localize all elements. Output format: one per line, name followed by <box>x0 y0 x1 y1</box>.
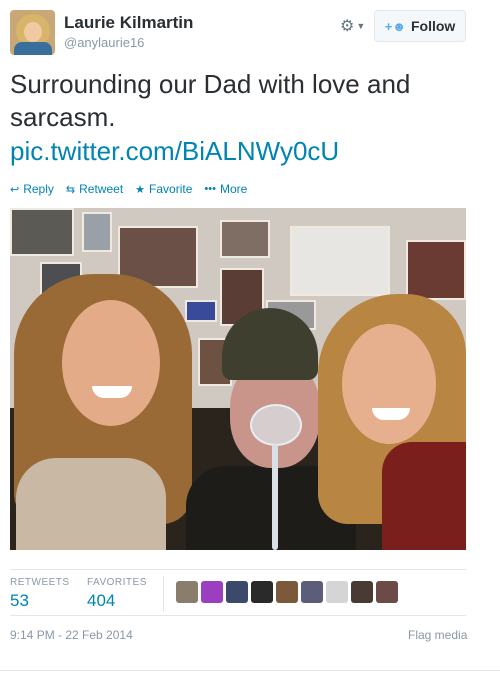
wall-photo <box>10 208 74 256</box>
add-user-icon: +☻ <box>384 18 406 34</box>
right-person-face <box>342 324 436 444</box>
left-person-smile <box>92 386 132 398</box>
favoriter-avatar[interactable] <box>176 581 198 603</box>
favorite-label: Favorite <box>149 182 193 196</box>
more-dots-icon: ••• <box>204 183 216 195</box>
user-handle[interactable]: @anylaurie16 <box>64 35 144 50</box>
retweet-button[interactable]: ⇆ Retweet <box>66 182 123 196</box>
wall-photo <box>82 212 112 252</box>
retweet-label: Retweet <box>79 182 124 196</box>
star-icon: ★ <box>135 183 146 196</box>
user-name[interactable]: Laurie Kilmartin <box>64 13 193 33</box>
gear-icon: ⚙ <box>340 18 355 35</box>
favoriter-avatar[interactable] <box>301 581 323 603</box>
favoriter-avatar[interactable] <box>351 581 373 603</box>
tweet-media-link[interactable]: pic.twitter.com/BiALNWy0cU <box>10 135 339 168</box>
wall-photo <box>406 240 466 300</box>
user-actions-menu[interactable]: ⚙ ▼ <box>340 16 366 36</box>
stats-separator <box>163 576 164 612</box>
tweet-actions: ↩ Reply ⇆ Retweet ★ Favorite ••• More <box>10 182 247 196</box>
reply-icon: ↩ <box>10 183 20 196</box>
user-avatar[interactable] <box>10 10 55 55</box>
tweet-timestamp[interactable]: 9:14 PM - 22 Feb 2014 <box>10 628 133 642</box>
more-button[interactable]: ••• More <box>204 182 247 196</box>
right-person-shirt <box>382 442 466 550</box>
follow-button[interactable]: +☻ Follow <box>374 10 466 42</box>
wall-drawing <box>290 226 390 296</box>
right-person-smile <box>372 408 410 420</box>
more-label: More <box>219 182 248 196</box>
wall-photo <box>220 220 270 258</box>
tweet-text: Surrounding our Dad with love and sarcas… <box>10 69 411 132</box>
retweets-count[interactable]: 53 <box>10 591 29 611</box>
retweets-label: RETWEETS <box>10 577 70 588</box>
reply-label: Reply <box>23 182 54 196</box>
favoriter-avatar[interactable] <box>276 581 298 603</box>
favorites-count[interactable]: 404 <box>87 591 115 611</box>
favoriter-avatars <box>176 581 398 603</box>
follow-label: Follow <box>410 18 456 34</box>
tweet-photo[interactable] <box>10 208 466 550</box>
left-person-face <box>62 300 160 426</box>
favorite-button[interactable]: ★ Favorite <box>135 182 192 196</box>
chevron-down-icon: ▼ <box>356 21 366 31</box>
wall-card <box>185 300 217 322</box>
tweet-card: Laurie Kilmartin @anylaurie16 ⚙ ▼ +☻ Fol… <box>0 0 500 678</box>
favorites-label: FAVORITES <box>87 577 147 588</box>
retweet-icon: ⇆ <box>65 183 76 196</box>
flag-media-link[interactable]: Flag media <box>408 628 467 642</box>
avatar-shirt <box>14 42 52 55</box>
tweet-bottom-border <box>0 670 500 671</box>
avatar-face <box>24 22 42 42</box>
oxygen-mask <box>250 404 302 446</box>
oxygen-tube <box>272 444 278 550</box>
favoriter-avatar[interactable] <box>201 581 223 603</box>
favoriter-avatar[interactable] <box>326 581 348 603</box>
favoriter-avatar[interactable] <box>226 581 248 603</box>
reply-button[interactable]: ↩ Reply <box>10 182 54 196</box>
favoriter-avatar[interactable] <box>251 581 273 603</box>
stats-divider-top <box>10 569 466 570</box>
favoriter-avatar[interactable] <box>376 581 398 603</box>
stats-divider-bottom <box>10 615 466 616</box>
left-person-shirt <box>16 458 166 550</box>
